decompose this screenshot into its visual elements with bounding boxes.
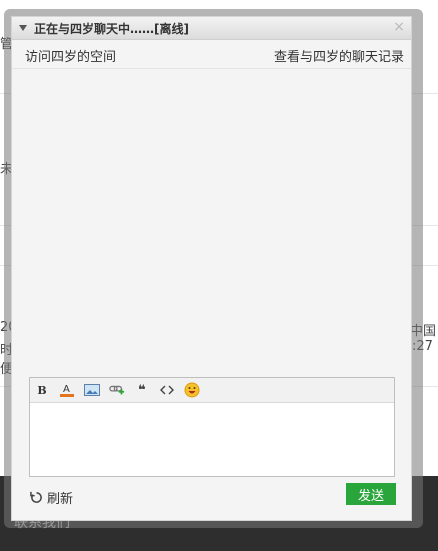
visit-space-link[interactable]: 访问四岁的空间: [25, 46, 116, 65]
chat-dialog: 正在与四岁聊天中……[离线] × 访问四岁的空间 查看与四岁的聊天记录 B A: [11, 16, 412, 521]
quote-button[interactable]: ❝: [134, 382, 150, 398]
message-editor: B A ❝: [29, 377, 395, 477]
editor-toolbar: B A ❝: [30, 378, 394, 403]
emoji-button[interactable]: [184, 382, 200, 398]
image-icon: [84, 384, 100, 396]
insert-link-button[interactable]: [109, 382, 125, 398]
refresh-label: 刷新: [47, 492, 74, 507]
emoji-icon: [184, 382, 200, 398]
font-color-button[interactable]: A: [59, 382, 75, 398]
dialog-titlebar[interactable]: 正在与四岁聊天中……[离线] ×: [12, 17, 411, 40]
close-icon[interactable]: ×: [393, 19, 405, 35]
insert-image-button[interactable]: [84, 382, 100, 398]
link-icon: [109, 385, 125, 395]
code-icon: [160, 385, 174, 395]
message-area[interactable]: [12, 69, 411, 376]
chat-history-link[interactable]: 查看与四岁的聊天记录: [274, 46, 404, 65]
send-button[interactable]: 发送: [346, 483, 396, 505]
message-input[interactable]: [30, 403, 394, 476]
font-color-glyph: A: [63, 384, 70, 395]
dialog-link-bar: 访问四岁的空间 查看与四岁的聊天记录: [12, 40, 411, 69]
refresh-icon: [30, 491, 42, 503]
collapse-arrow-icon[interactable]: [19, 25, 27, 31]
code-button[interactable]: [159, 382, 175, 398]
bold-button[interactable]: B: [34, 382, 50, 398]
quote-icon: ❝: [138, 382, 146, 398]
refresh-button[interactable]: 刷新: [30, 488, 73, 507]
font-color-icon: A: [60, 384, 74, 397]
dialog-title: 正在与四岁聊天中……[离线]: [34, 22, 189, 36]
